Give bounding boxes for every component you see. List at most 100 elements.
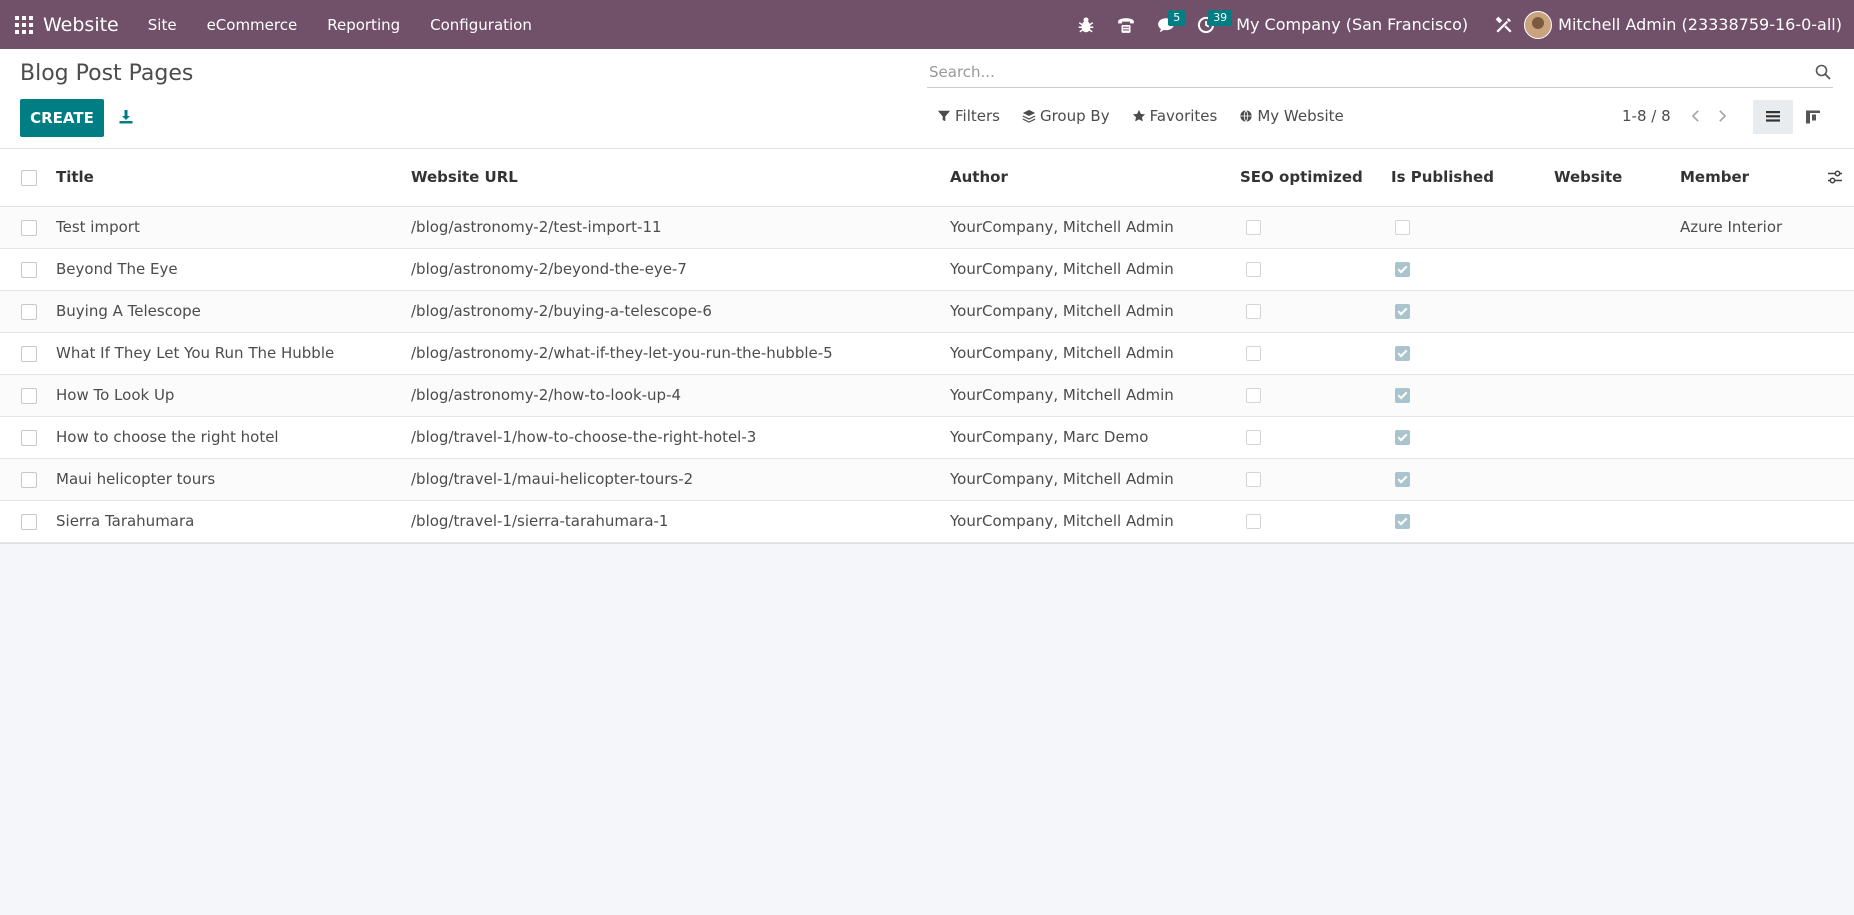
cell-member[interactable] [1679, 332, 1814, 374]
column-header-member[interactable]: Member [1679, 149, 1814, 207]
table-row[interactable]: Buying A Telescope/blog/astronomy-2/buyi… [0, 290, 1854, 332]
cell-title[interactable]: Test import [55, 206, 410, 248]
filters-button[interactable]: Filters [937, 107, 1000, 125]
row-select-checkbox[interactable] [21, 513, 37, 530]
download-icon[interactable] [114, 105, 138, 129]
published-checkbox[interactable] [1395, 262, 1410, 277]
row-select-checkbox[interactable] [21, 219, 37, 236]
list-view-icon[interactable] [1753, 100, 1793, 134]
phone-icon[interactable] [1106, 0, 1146, 49]
company-switcher[interactable]: My Company (San Francisco) [1226, 15, 1484, 34]
apps-menu-icon[interactable] [15, 15, 33, 34]
cell-author[interactable]: YourCompany, Mitchell Admin [949, 248, 1239, 290]
cell-title[interactable]: What If They Let You Run The Hubble [55, 332, 410, 374]
tools-icon[interactable] [1484, 0, 1524, 49]
published-checkbox[interactable] [1395, 388, 1410, 403]
column-header-author[interactable]: Author [949, 149, 1239, 207]
cell-spacer [1814, 458, 1854, 500]
cell-url[interactable]: /blog/astronomy-2/beyond-the-eye-7 [410, 248, 949, 290]
kanban-view-icon[interactable] [1793, 100, 1833, 134]
activities-clock-icon[interactable]: 39 [1186, 0, 1233, 49]
cell-url[interactable]: /blog/travel-1/maui-helicopter-tours-2 [410, 458, 949, 500]
cell-author[interactable]: YourCompany, Mitchell Admin [949, 458, 1239, 500]
cell-website[interactable] [1553, 374, 1679, 416]
cell-member[interactable] [1679, 290, 1814, 332]
chevron-right-icon[interactable] [1713, 107, 1731, 125]
cell-title[interactable]: How To Look Up [55, 374, 410, 416]
column-header-published[interactable]: Is Published [1390, 149, 1553, 207]
cell-member[interactable]: Azure Interior [1679, 206, 1814, 248]
table-row[interactable]: Beyond The Eye/blog/astronomy-2/beyond-t… [0, 248, 1854, 290]
cell-website[interactable] [1553, 206, 1679, 248]
cell-website[interactable] [1553, 290, 1679, 332]
table-row[interactable]: How To Look Up/blog/astronomy-2/how-to-l… [0, 374, 1854, 416]
cell-website[interactable] [1553, 332, 1679, 374]
select-all-checkbox[interactable] [21, 169, 37, 186]
user-menu[interactable]: Mitchell Admin (23338759-16-0-all) [1524, 10, 1854, 39]
published-checkbox[interactable] [1395, 430, 1410, 445]
row-select-checkbox[interactable] [21, 345, 37, 362]
cell-url[interactable]: /blog/travel-1/sierra-tarahumara-1 [410, 500, 949, 542]
messages-icon[interactable]: 5 [1146, 0, 1186, 49]
published-checkbox[interactable] [1395, 346, 1410, 361]
row-select-checkbox[interactable] [21, 471, 37, 488]
groupby-button[interactable]: Group By [1022, 107, 1110, 125]
cell-url[interactable]: /blog/astronomy-2/test-import-11 [410, 206, 949, 248]
menu-item-configuration[interactable]: Configuration [415, 16, 547, 34]
cell-member[interactable] [1679, 248, 1814, 290]
cell-url[interactable]: /blog/travel-1/how-to-choose-the-right-h… [410, 416, 949, 458]
table-row[interactable]: Sierra Tarahumara/blog/travel-1/sierra-t… [0, 500, 1854, 542]
search-input[interactable] [927, 63, 1813, 81]
cell-author[interactable]: YourCompany, Mitchell Admin [949, 332, 1239, 374]
cell-author[interactable]: YourCompany, Mitchell Admin [949, 374, 1239, 416]
published-checkbox[interactable] [1395, 220, 1410, 235]
cell-author[interactable]: YourCompany, Mitchell Admin [949, 206, 1239, 248]
cell-website[interactable] [1553, 416, 1679, 458]
cell-member[interactable] [1679, 500, 1814, 542]
optional-columns-icon[interactable] [1815, 169, 1853, 185]
row-select-checkbox[interactable] [21, 387, 37, 404]
cell-title[interactable]: Maui helicopter tours [55, 458, 410, 500]
cell-author[interactable]: YourCompany, Marc Demo [949, 416, 1239, 458]
column-header-title[interactable]: Title [55, 149, 410, 207]
published-checkbox[interactable] [1395, 514, 1410, 529]
chevron-left-icon[interactable] [1687, 107, 1705, 125]
cell-url[interactable]: /blog/astronomy-2/buying-a-telescope-6 [410, 290, 949, 332]
search-icon[interactable] [1813, 62, 1833, 82]
favorites-button[interactable]: Favorites [1132, 107, 1217, 125]
cell-author[interactable]: YourCompany, Mitchell Admin [949, 290, 1239, 332]
app-name[interactable]: Website [43, 14, 119, 36]
row-select-checkbox[interactable] [21, 261, 37, 278]
cell-website[interactable] [1553, 458, 1679, 500]
row-select-checkbox[interactable] [21, 429, 37, 446]
cell-url[interactable]: /blog/astronomy-2/how-to-look-up-4 [410, 374, 949, 416]
cell-url[interactable]: /blog/astronomy-2/what-if-they-let-you-r… [410, 332, 949, 374]
debug-bug-icon[interactable] [1066, 0, 1106, 49]
published-checkbox[interactable] [1395, 304, 1410, 319]
cell-website[interactable] [1553, 500, 1679, 542]
cell-title[interactable]: Beyond The Eye [55, 248, 410, 290]
cell-member[interactable] [1679, 458, 1814, 500]
website-filter-button[interactable]: My Website [1239, 107, 1344, 125]
pager-value[interactable]: 1-8 / 8 [1622, 107, 1671, 125]
table-row[interactable]: What If They Let You Run The Hubble/blog… [0, 332, 1854, 374]
table-row[interactable]: Test import/blog/astronomy-2/test-import… [0, 206, 1854, 248]
cell-member[interactable] [1679, 416, 1814, 458]
menu-item-reporting[interactable]: Reporting [312, 16, 415, 34]
table-row[interactable]: Maui helicopter tours/blog/travel-1/maui… [0, 458, 1854, 500]
table-row[interactable]: How to choose the right hotel/blog/trave… [0, 416, 1854, 458]
menu-item-ecommerce[interactable]: eCommerce [192, 16, 313, 34]
published-checkbox[interactable] [1395, 472, 1410, 487]
cell-title[interactable]: How to choose the right hotel [55, 416, 410, 458]
column-header-seo[interactable]: SEO optimized [1239, 149, 1390, 207]
column-header-website[interactable]: Website [1553, 149, 1679, 207]
create-button[interactable]: CREATE [20, 99, 104, 137]
cell-title[interactable]: Sierra Tarahumara [55, 500, 410, 542]
cell-author[interactable]: YourCompany, Mitchell Admin [949, 500, 1239, 542]
cell-member[interactable] [1679, 374, 1814, 416]
column-header-url[interactable]: Website URL [410, 149, 949, 207]
row-select-checkbox[interactable] [21, 303, 37, 320]
cell-title[interactable]: Buying A Telescope [55, 290, 410, 332]
cell-website[interactable] [1553, 248, 1679, 290]
menu-item-site[interactable]: Site [133, 16, 192, 34]
